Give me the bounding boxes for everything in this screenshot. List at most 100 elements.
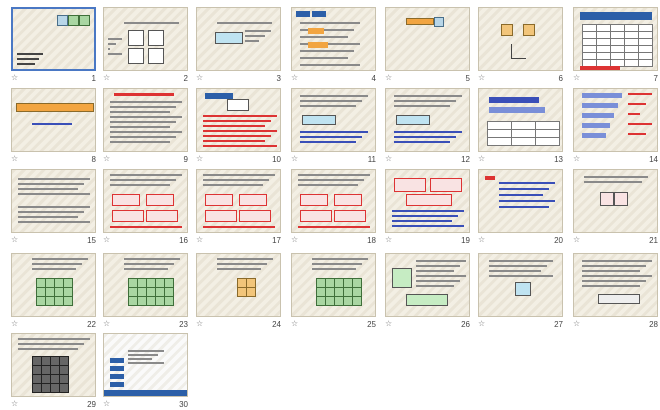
list-marker: [110, 382, 124, 387]
slide-thumbnail-24[interactable]: 24 ☆: [193, 250, 303, 330]
box-shape: [515, 282, 531, 296]
bar-shape: [406, 18, 434, 25]
text-line: [203, 145, 277, 147]
transition-icon[interactable]: ☆: [103, 154, 110, 163]
transition-icon[interactable]: ☆: [291, 235, 298, 244]
slide-preview: [478, 88, 563, 152]
transition-icon[interactable]: ☆: [11, 319, 18, 328]
slide-thumbnail-3[interactable]: 3 ☆: [193, 4, 303, 84]
transition-icon[interactable]: ☆: [385, 73, 392, 82]
transition-icon[interactable]: ☆: [103, 235, 110, 244]
text-line: [392, 210, 464, 212]
slide-thumbnail-20[interactable]: 20 ☆: [475, 166, 585, 246]
text-line: [203, 140, 265, 142]
text-line: [203, 226, 275, 228]
text-line: [392, 220, 452, 222]
slide-number: 24: [272, 320, 281, 329]
text-line: [300, 131, 368, 133]
slide-thumbnail-10[interactable]: 10 ☆: [193, 85, 303, 165]
transition-icon[interactable]: ☆: [291, 73, 298, 82]
slide-thumbnail-6[interactable]: 6 ☆: [475, 4, 585, 84]
header-block: [296, 11, 310, 17]
slide-preview: [196, 169, 281, 233]
slide-preview: [11, 333, 96, 397]
transition-icon[interactable]: ☆: [196, 73, 203, 82]
transition-icon[interactable]: ☆: [291, 319, 298, 328]
transition-icon[interactable]: ☆: [11, 235, 18, 244]
text-line: [628, 113, 640, 115]
text-line: [18, 343, 84, 345]
text-line: [110, 101, 182, 103]
slide-number: 6: [558, 74, 563, 83]
transition-icon[interactable]: ☆: [385, 154, 392, 163]
bar-shape: [308, 42, 328, 48]
transition-icon[interactable]: ☆: [573, 235, 580, 244]
slide-preview: [103, 7, 188, 71]
slide-thumbnail-30[interactable]: 30 ☆: [100, 330, 210, 410]
text-line: [245, 35, 265, 37]
slide-thumbnail-27[interactable]: 27 ☆: [475, 250, 585, 330]
transition-icon[interactable]: ☆: [11, 73, 18, 82]
slide-thumbnail-21[interactable]: 21 ☆: [570, 166, 660, 246]
transition-icon[interactable]: ☆: [11, 399, 18, 408]
slide-number: 30: [179, 400, 188, 409]
bar-shape: [582, 93, 622, 98]
slide-thumbnail-13[interactable]: 13 ☆: [475, 85, 585, 165]
text-line: [298, 184, 358, 186]
slide-preview: [196, 88, 281, 152]
slide-thumbnail-17[interactable]: 17 ☆: [193, 166, 303, 246]
transition-icon[interactable]: ☆: [196, 319, 203, 328]
text-line: [394, 100, 456, 102]
slide-preview: [11, 88, 96, 152]
slide-number: 12: [461, 155, 470, 164]
text-line: [416, 285, 454, 287]
text-line: [203, 130, 277, 132]
text-line: [499, 206, 549, 208]
text-line: [108, 53, 122, 55]
transition-icon[interactable]: ☆: [11, 154, 18, 163]
slide-number: 23: [179, 320, 188, 329]
slide-number: 25: [367, 320, 376, 329]
transition-icon[interactable]: ☆: [478, 319, 485, 328]
text-line: [298, 179, 364, 181]
transition-icon[interactable]: ☆: [103, 319, 110, 328]
slide-thumbnail-14[interactable]: 14 ☆: [570, 85, 660, 165]
header-bar: [580, 12, 652, 20]
transition-icon[interactable]: ☆: [103, 399, 110, 408]
box-shape: [148, 48, 164, 64]
transition-icon[interactable]: ☆: [478, 235, 485, 244]
box-shape: [334, 194, 362, 206]
list-marker: [110, 358, 124, 363]
text-line: [394, 136, 456, 138]
box-shape: [112, 210, 144, 222]
text-line: [110, 179, 176, 181]
transition-icon[interactable]: ☆: [196, 235, 203, 244]
transition-icon[interactable]: ☆: [385, 235, 392, 244]
transition-icon[interactable]: ☆: [291, 154, 298, 163]
slide-preview: [291, 169, 376, 233]
cube-icon: [63, 296, 73, 306]
text-line: [584, 181, 642, 183]
cube-icon: [79, 15, 90, 26]
text-line: [416, 265, 460, 267]
slide-thumbnail-7[interactable]: 7 ☆: [570, 4, 660, 84]
slide-number: 19: [461, 236, 470, 245]
transition-icon[interactable]: ☆: [573, 319, 580, 328]
text-line: [18, 188, 78, 190]
footer-bar: [104, 390, 187, 396]
box-shape: [146, 194, 174, 206]
transition-icon[interactable]: ☆: [385, 319, 392, 328]
cube-icon: [246, 287, 256, 297]
transition-icon[interactable]: ☆: [103, 73, 110, 82]
transition-icon[interactable]: ☆: [573, 73, 580, 82]
transition-icon[interactable]: ☆: [478, 154, 485, 163]
transition-icon[interactable]: ☆: [196, 154, 203, 163]
transition-icon[interactable]: ☆: [478, 73, 485, 82]
slide-thumbnail-28[interactable]: 28 ☆: [570, 250, 660, 330]
text-line: [489, 260, 553, 262]
text-line: [582, 265, 646, 267]
box-shape: [205, 210, 237, 222]
slide-number: 27: [554, 320, 563, 329]
box-shape: [598, 294, 640, 304]
transition-icon[interactable]: ☆: [573, 154, 580, 163]
